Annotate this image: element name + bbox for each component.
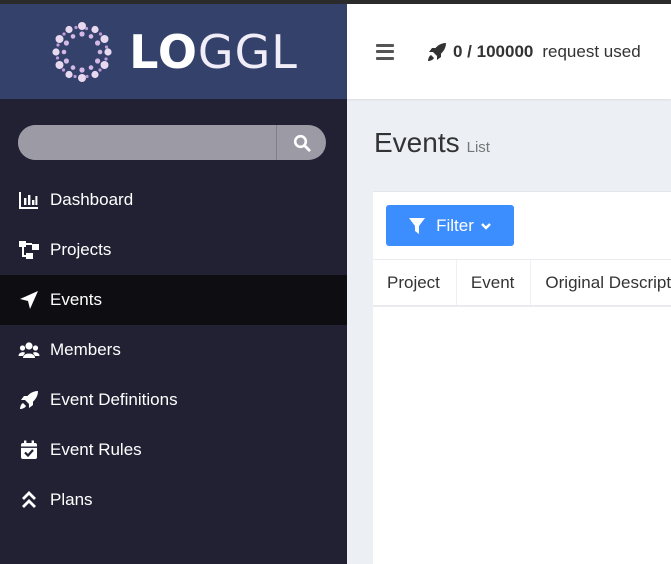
sidebar-item-events[interactable]: Events — [0, 275, 347, 325]
sidebar-menu: Dashboard Projects Events Members Event … — [0, 175, 347, 525]
logo-ring-icon — [52, 21, 112, 82]
sidebar-item-dashboard[interactable]: Dashboard — [0, 175, 347, 225]
column-header-original-description[interactable]: Original Description — [531, 260, 671, 305]
request-usage: 0 / 100000 request used — [427, 42, 641, 62]
sidebar-item-label: Members — [50, 340, 121, 359]
users-icon — [18, 340, 40, 360]
sidebar-search — [18, 125, 326, 160]
calendar-check-icon — [18, 440, 40, 460]
events-box: Filter Project Event Original Descriptio… — [373, 191, 671, 564]
filter-label: Filter — [436, 215, 474, 235]
search-input[interactable] — [18, 125, 276, 160]
sidebar: LOGGL Dashboard Projects Events Members … — [0, 4, 347, 564]
sidebar-item-projects[interactable]: Projects — [0, 225, 347, 275]
search-icon — [293, 134, 311, 152]
sidebar-item-event-definitions[interactable]: Event Definitions — [0, 375, 347, 425]
window-top-border — [0, 0, 671, 4]
filter-button[interactable]: Filter — [386, 205, 514, 246]
events-table-header: Project Event Original Description — [373, 259, 671, 307]
chevron-down-icon — [481, 222, 491, 230]
chevrons-up-icon — [18, 490, 40, 510]
sidebar-item-members[interactable]: Members — [0, 325, 347, 375]
column-header-project[interactable]: Project — [373, 260, 457, 305]
chart-bar-icon — [18, 190, 40, 210]
paper-plane-icon — [18, 290, 40, 310]
sidebar-item-plans[interactable]: Plans — [0, 475, 347, 525]
sidebar-item-label: Events — [50, 290, 102, 309]
logo-text-ggl: GGL — [197, 24, 298, 79]
brand-logo[interactable]: LOGGL — [0, 4, 347, 99]
column-header-event[interactable]: Event — [457, 260, 532, 305]
sitemap-icon — [18, 240, 40, 260]
request-label: request used — [542, 41, 641, 61]
logo-wordmark: LOGGL — [129, 29, 298, 75]
sidebar-item-event-rules[interactable]: Event Rules — [0, 425, 347, 475]
sidebar-item-label: Event Definitions — [50, 390, 178, 409]
rocket-icon — [18, 390, 40, 410]
menu-toggle-icon[interactable] — [376, 43, 394, 60]
request-count: 0 / 100000 — [453, 41, 534, 61]
main-content: Events List Filter Project Event Origina… — [347, 99, 671, 564]
page-title: Events — [374, 127, 460, 158]
sidebar-item-label: Event Rules — [50, 440, 142, 459]
sidebar-item-label: Dashboard — [50, 190, 134, 209]
sidebar-item-label: Plans — [50, 490, 93, 509]
page-header: Events List — [374, 127, 490, 159]
sidebar-item-label: Projects — [50, 240, 112, 259]
page-subtitle: List — [466, 139, 490, 156]
filter-icon — [409, 217, 426, 234]
rocket-icon — [428, 42, 446, 61]
logo-text-lo: LO — [129, 24, 198, 79]
top-navbar: 0 / 100000 request used — [347, 4, 671, 99]
search-button[interactable] — [276, 125, 326, 160]
